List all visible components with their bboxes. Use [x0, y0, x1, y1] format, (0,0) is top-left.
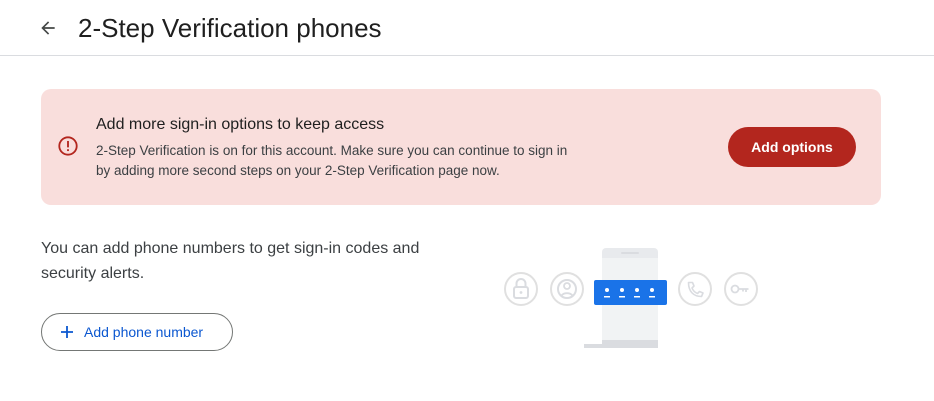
- phone-call-icon: [678, 272, 712, 306]
- alert-title: Add more sign-in options to keep access: [96, 116, 385, 133]
- phone-with-code-icon: [584, 248, 667, 348]
- phone-description: You can add phone numbers to get sign-in…: [41, 240, 420, 282]
- account-icon: [550, 272, 584, 306]
- error-icon: [58, 136, 78, 156]
- add-phone-number-label: Add phone number: [84, 324, 204, 340]
- arrow-back-icon: [41, 21, 55, 35]
- alert-banner: Add more sign-in options to keep access …: [41, 89, 881, 205]
- add-options-button[interactable]: Add options: [728, 127, 856, 167]
- lock-icon: [504, 272, 538, 306]
- key-icon: [724, 272, 758, 306]
- add-phone-number-button[interactable]: Add phone number: [41, 313, 233, 351]
- back-button[interactable]: [34, 14, 62, 42]
- page-header: 2-Step Verification phones: [0, 0, 934, 56]
- plus-icon: [61, 326, 73, 338]
- page-title: 2-Step Verification phones: [78, 13, 382, 43]
- phone-illustration: [504, 248, 758, 348]
- alert-body: 2-Step Verification is on for this accou…: [96, 143, 568, 178]
